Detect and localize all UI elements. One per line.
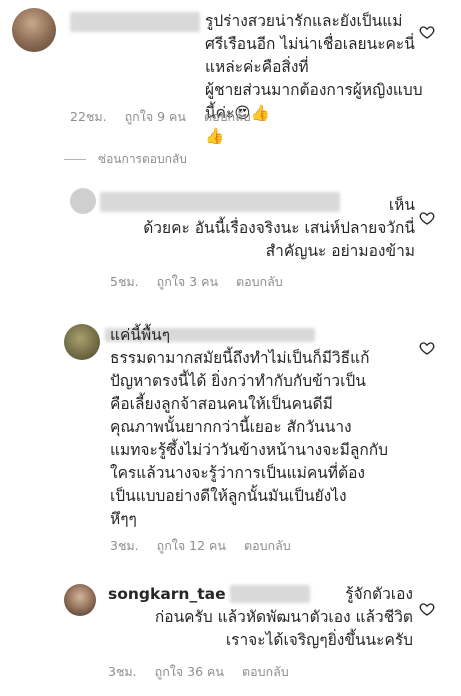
comment-meta: 3ชม. ถูกใจ 36 คน ตอบกลับ: [108, 662, 303, 682]
likes-count[interactable]: ถูกใจ 12 คน: [157, 538, 226, 553]
comment-meta: 22ชม. ถูกใจ 9 คน ตอบกลับ: [70, 107, 265, 127]
likes-count[interactable]: ถูกใจ 36 คน: [155, 664, 224, 679]
comment-text: รู้จักตัวเอง ก่อนครับ แล้วหัดพัฒนาตัวเอง…: [154, 585, 413, 649]
likes-count[interactable]: ถูกใจ 3 คน: [157, 274, 218, 289]
heart-icon[interactable]: [419, 601, 435, 617]
reply-button[interactable]: ตอบกลับ: [242, 664, 289, 679]
comment-text: เห็น ด้วยคะ อันนี้เรื่องจริงนะ เสน่ห์ปลา…: [143, 196, 415, 260]
reply-button[interactable]: ตอบกลับ: [236, 274, 283, 289]
avatar[interactable]: [64, 584, 96, 616]
avatar[interactable]: [64, 324, 100, 360]
reply-button[interactable]: ตอบกลับ: [204, 109, 251, 124]
reply-button[interactable]: ตอบกลับ: [244, 538, 291, 553]
divider: [64, 159, 86, 160]
comment-text: รูปร่างสวยน่ารักและยังเป็นแม่ ศรีเรือนอี…: [205, 12, 423, 145]
heart-icon[interactable]: [419, 340, 435, 356]
comment-meta: 3ชม. ถูกใจ 12 คน ตอบกลับ: [110, 536, 305, 556]
likes-count[interactable]: ถูกใจ 9 คน: [125, 109, 186, 124]
comment-text: แค่นี้พื้นๆ ธรรมดามากสมัยนี้ถึงทำไม่เป็น…: [110, 326, 388, 528]
heart-icon[interactable]: [419, 210, 435, 226]
comment-time: 3ชม.: [110, 538, 139, 553]
comment-time: 22ชม.: [70, 109, 107, 124]
redacted-username: [70, 12, 200, 32]
hide-replies-button[interactable]: ซ่อนการตอบกลับ: [64, 150, 187, 169]
avatar[interactable]: [70, 188, 96, 214]
comment-meta: 5ชม. ถูกใจ 3 คน ตอบกลับ: [110, 272, 297, 292]
heart-icon[interactable]: [419, 24, 435, 40]
avatar[interactable]: [12, 8, 56, 52]
comment-time: 3ชม.: [108, 664, 137, 679]
comment-time: 5ชม.: [110, 274, 139, 289]
